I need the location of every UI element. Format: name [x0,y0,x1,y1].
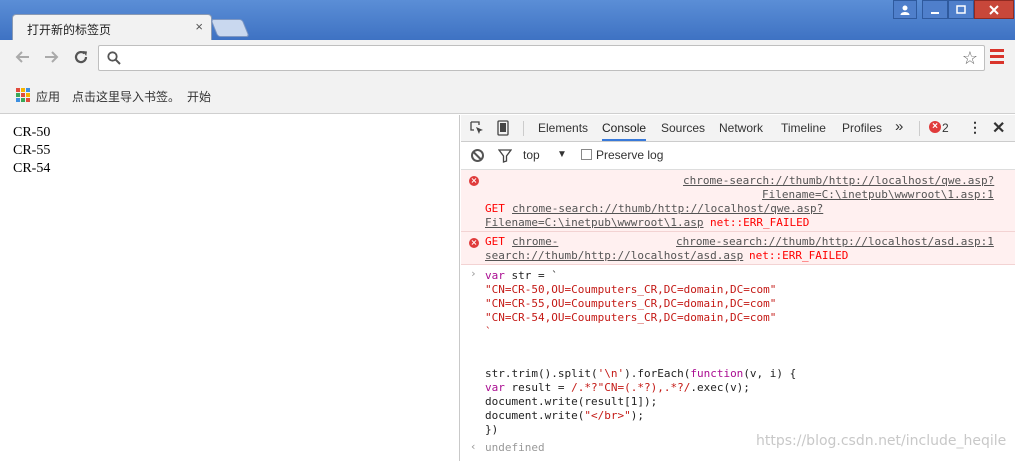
code-text: ); [630,409,644,422]
user-icon[interactable] [893,0,917,19]
tab-network[interactable]: Network [719,121,763,135]
output-line: CR-55 [13,143,51,158]
bookmark-apps-link[interactable]: 应用 [36,88,60,105]
reload-button[interactable] [70,48,92,68]
devtools-panel: Elements Console Sources Network Timelin… [461,115,1015,461]
code-regex: /.*?"CN=(.*?),.*?/ [571,381,691,394]
code-keyword: function [690,367,744,380]
tab-separator [919,121,920,136]
devtools-tab-bar: Elements Console Sources Network Timelin… [461,115,1015,142]
minimize-button[interactable] [922,0,948,19]
code-text: }) [485,423,499,436]
device-toolbar-icon[interactable] [497,120,509,136]
page-output: CR-50 CR-55 CR-54 [13,124,50,178]
watermark: https://blog.csdn.net/include_heqile [756,433,1007,449]
code-string: "CN=CR-55,OU=Coumputers_CR,DC=domain,DC=… [485,297,777,310]
more-tabs-icon[interactable]: » [895,118,903,135]
bookmarks-bar: 应用 点击这里导入书签。 开始 [0,76,1015,114]
back-button[interactable] [12,48,34,68]
code-text: result = [504,381,572,394]
window-close-button[interactable] [974,0,1014,19]
error-icon: × [469,176,479,186]
filter-icon[interactable] [498,149,512,163]
apps-grid-icon[interactable] [16,88,30,102]
inspect-element-icon[interactable] [470,121,484,135]
tab-console[interactable]: Console [602,121,647,141]
console-error-message: × chrome-search://thumb/http://localhost… [461,170,1015,232]
console-toolbar: top ▼ Preserve log [461,142,1015,170]
bookmark-import-link[interactable]: 点击这里导入书签。 [72,88,180,105]
browser-toolbar: ☆ [0,40,1015,76]
request-method: GET [485,235,505,248]
request-method: GET [485,202,505,215]
window-title-bar: 打开新的标签页 × [0,0,1015,41]
code-keyword: var [485,381,505,394]
code-string: "CN=CR-54,OU=Coumputers_CR,DC=domain,DC=… [485,311,777,324]
preserve-log-checkbox[interactable] [581,149,592,160]
back-arrow-icon [15,51,29,63]
result-prompt-icon: ‹ [470,440,477,453]
tab-close-icon[interactable]: × [195,19,203,34]
error-source-link[interactable]: chrome-search://thumb/http://localhost/q… [683,174,994,188]
code-string: '\n' [597,367,625,380]
code-keyword: var [485,269,505,282]
console-error-message: × GET chrome- chrome-search://thumb/http… [461,232,1015,265]
output-line: CR-50 [13,125,51,140]
reload-icon [74,50,88,64]
code-text: document.write(result[1]); [485,395,658,408]
tab-elements[interactable]: Elements [538,121,588,135]
error-status: net::ERR_FAILED [710,216,810,229]
bookmark-star-icon[interactable]: ☆ [962,48,978,68]
error-source-link[interactable]: chrome-search://thumb/http://localhost/a… [676,235,994,249]
code-text: ).forEach( [624,367,691,380]
error-icon: × [469,238,479,248]
request-url-link[interactable]: chrome- [512,235,558,249]
address-input[interactable] [127,49,947,67]
tab-title: 打开新的标签页 [27,23,112,37]
error-source-link[interactable]: Filename=C:\inetpub\wwwroot\1.asp:1 [762,188,994,202]
code-text: (v, i) { [743,367,797,380]
search-icon [107,51,121,65]
code-text: str.trim().split( [485,367,598,380]
chevron-down-icon[interactable]: ▼ [557,149,567,160]
devtools-close-icon[interactable]: ✕ [992,118,1005,138]
console-result: undefined [485,441,545,454]
devtools-menu-icon[interactable]: ⋮ [968,119,982,136]
address-bar[interactable]: ☆ [98,45,985,71]
tab-sources[interactable]: Sources [661,121,705,135]
context-select[interactable]: top [523,148,540,162]
code-string: ` [485,325,492,338]
request-url-link[interactable]: Filename=C:\inetpub\wwwroot\1.asp [485,216,704,230]
forward-button[interactable] [40,48,62,68]
error-count-icon[interactable]: × [929,121,941,133]
preserve-log-label: Preserve log [596,148,664,162]
maximize-button[interactable] [948,0,974,19]
page-content: CR-50 CR-55 CR-54 [0,115,460,461]
error-status: net::ERR_FAILED [749,249,849,262]
console-output: × chrome-search://thumb/http://localhost… [461,170,1015,461]
code-string: "CN=CR-50,OU=Coumputers_CR,DC=domain,DC=… [485,283,777,296]
output-line: CR-54 [13,161,51,176]
clear-console-icon[interactable] [471,149,484,162]
code-text: document.write( [485,409,585,422]
tab-separator [523,121,524,136]
code-text: .exec(v); [690,381,750,394]
browser-tab[interactable]: 打开新的标签页 × [12,14,212,41]
code-text: str = ` [504,269,558,282]
forward-arrow-icon [45,51,59,63]
request-url-link[interactable]: search://thumb/http://localhost/asd.asp [485,249,743,263]
code-string: "</br>" [584,409,631,422]
tab-timeline[interactable]: Timeline [781,121,826,135]
tab-profiles[interactable]: Profiles [842,121,882,135]
request-url-link[interactable]: chrome-search://thumb/http://localhost/q… [512,202,823,216]
new-tab-button[interactable] [210,19,250,37]
error-count[interactable]: 2 [942,121,949,135]
bookmark-start-link[interactable]: 开始 [187,88,211,105]
input-prompt-icon: › [470,267,477,280]
chrome-menu-icon[interactable] [990,49,1004,65]
